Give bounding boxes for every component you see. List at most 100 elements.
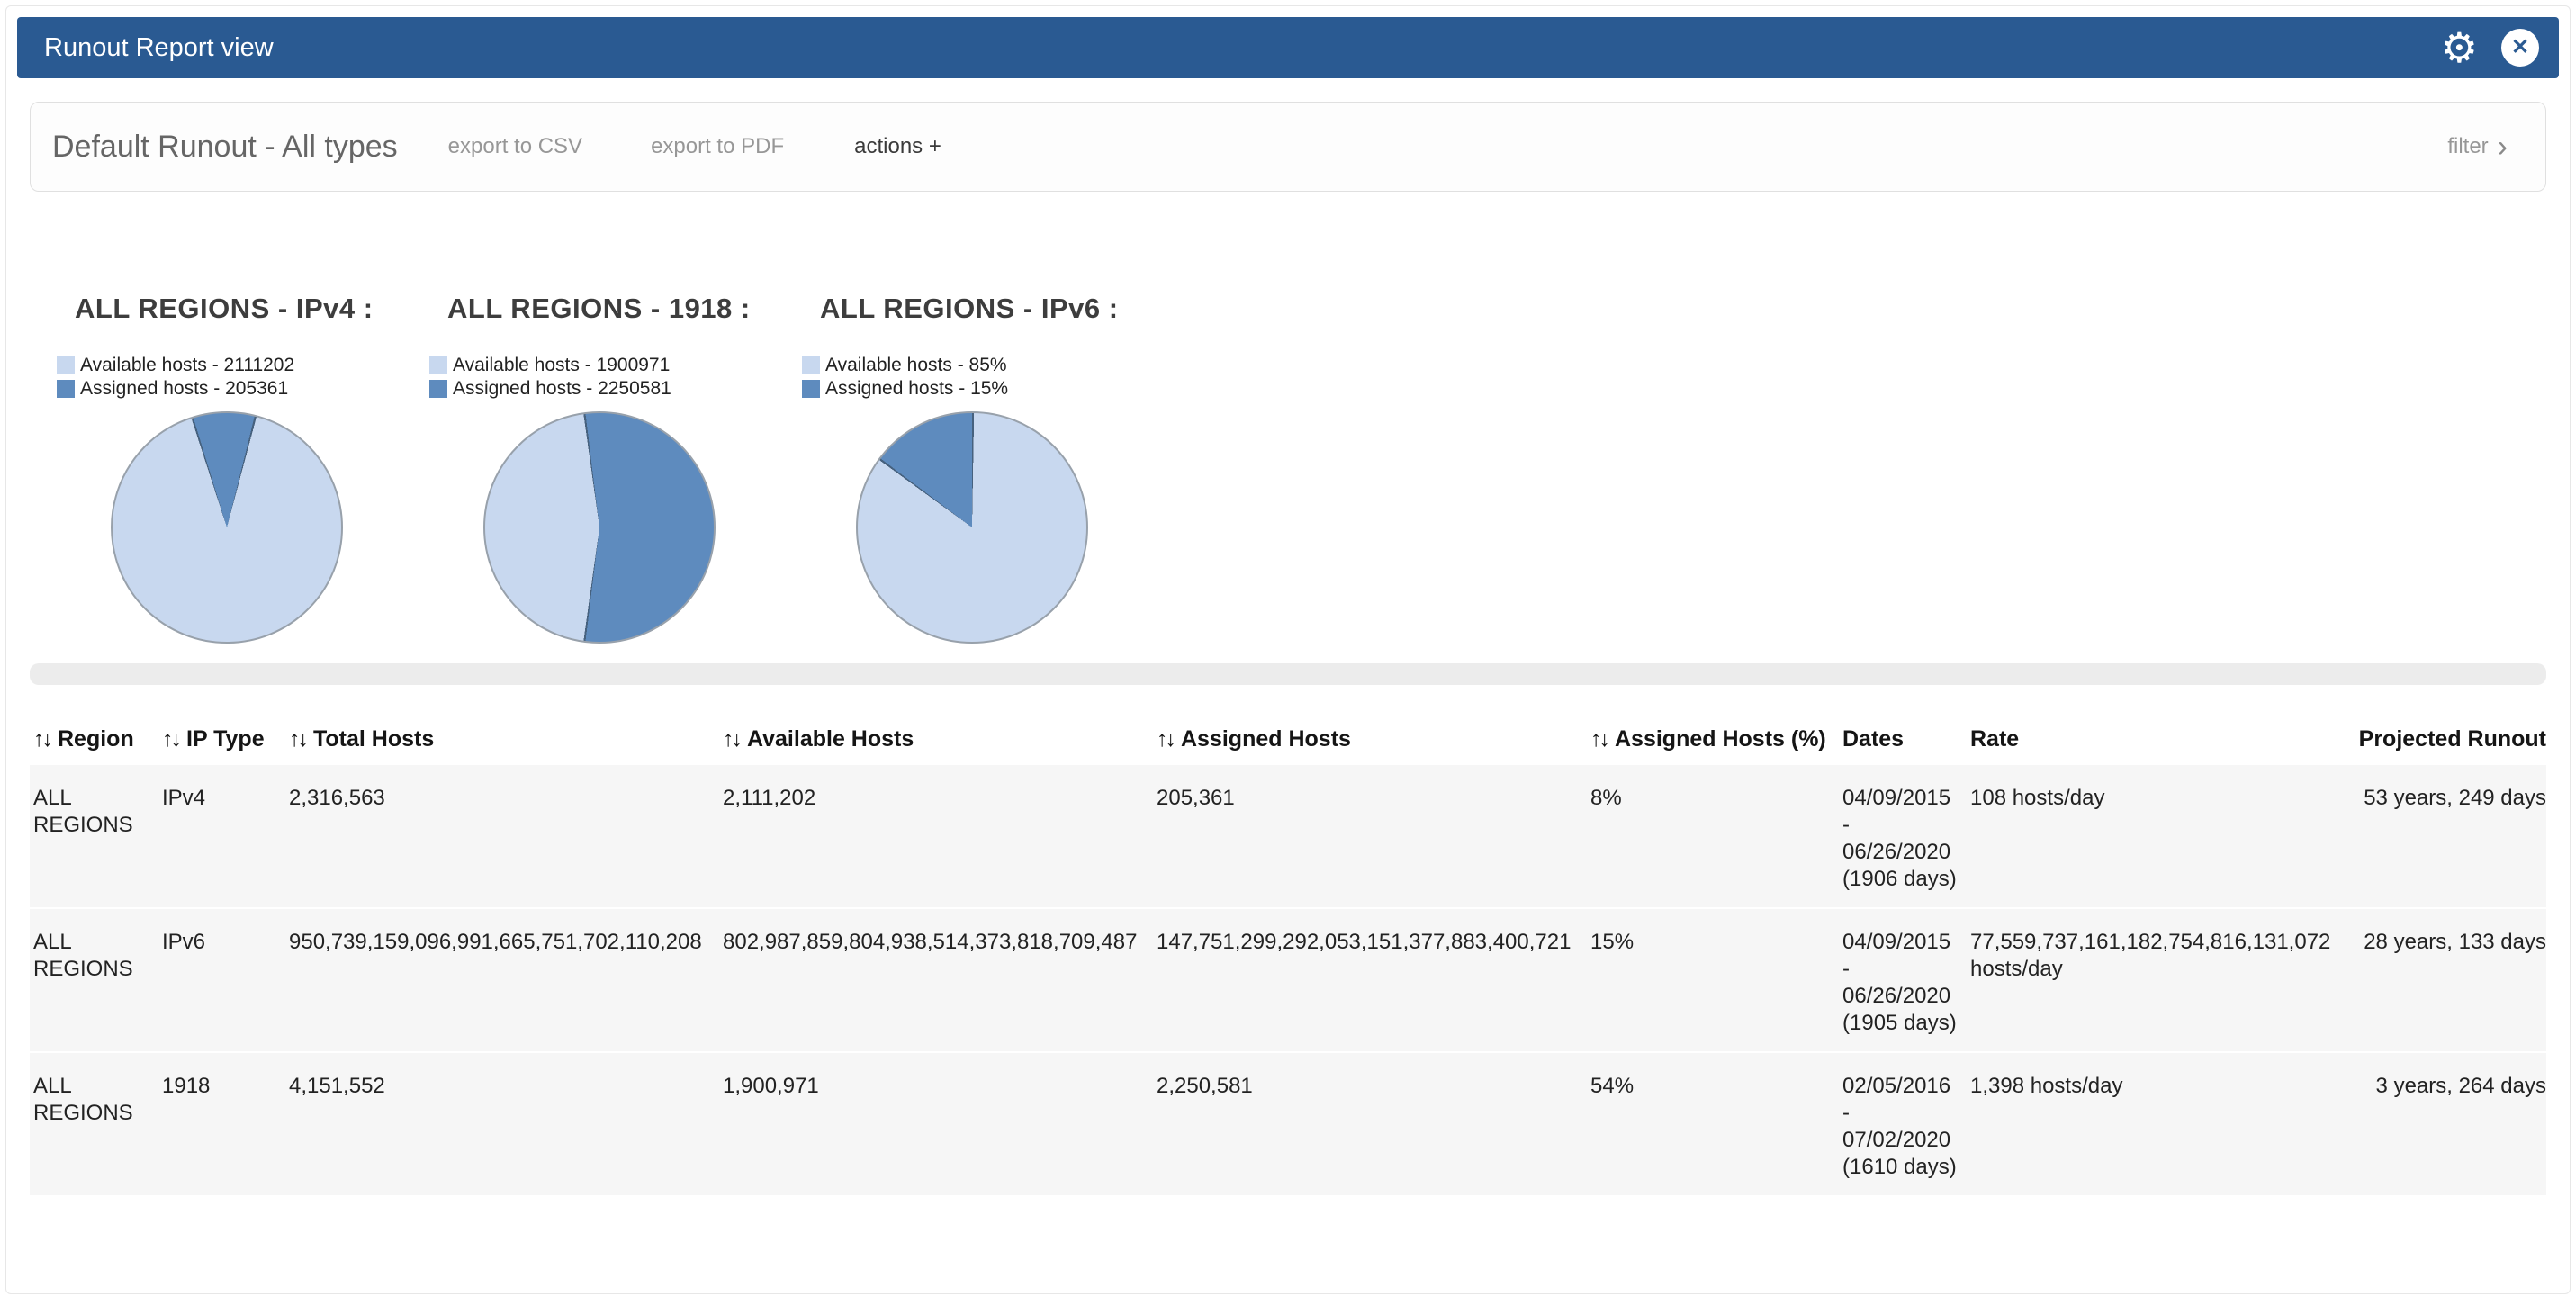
cell-total-hosts: 4,151,552 [285, 1052, 719, 1196]
column-label: Total Hosts [313, 726, 434, 752]
export-pdf-link[interactable]: export to PDF [651, 134, 784, 159]
cell-assigned-pct: 15% [1587, 908, 1839, 1052]
cell-region: ALL REGIONS [30, 908, 158, 1052]
chart-legend: Available hosts - 2111202 Assigned hosts… [57, 354, 429, 400]
legend-swatch [429, 356, 447, 374]
column-label: Assigned Hosts (%) [1615, 726, 1826, 752]
sort-icon[interactable]: ↑↓ [1157, 726, 1174, 752]
column-label: Assigned Hosts [1181, 726, 1351, 752]
legend-item: Available hosts - 2111202 [57, 354, 429, 377]
column-label: Projected Runout [2359, 726, 2546, 752]
column-header-assigned-hosts[interactable]: ↑↓ Assigned Hosts [1153, 726, 1587, 765]
titlebar-icons: ⚙ ✕ [2441, 27, 2539, 68]
table-row: ALL REGIONS IPv6 950,739,159,096,991,665… [30, 908, 2546, 1052]
cell-projected-runout: 28 years, 133 days [2343, 908, 2546, 1052]
sort-icon[interactable]: ↑↓ [723, 726, 740, 752]
cell-total-hosts: 950,739,159,096,991,665,751,702,110,208 [285, 908, 719, 1052]
column-header-available-hosts[interactable]: ↑↓ Available Hosts [719, 726, 1153, 765]
cell-dates: 04/09/2015 - 06/26/2020 (1906 days) [1839, 765, 1967, 908]
cell-assigned-pct: 54% [1587, 1052, 1839, 1196]
chart-legend: Available hosts - 1900971 Assigned hosts… [429, 354, 802, 400]
cell-ip-type: IPv6 [158, 908, 285, 1052]
cell-projected-runout: 3 years, 264 days [2343, 1052, 2546, 1196]
legend-item: Assigned hosts - 2250581 [429, 377, 802, 400]
chevron-right-icon: › [2498, 131, 2508, 162]
legend-swatch [57, 356, 75, 374]
pie-chart-ipv4 [111, 411, 343, 644]
legend-label: Available hosts - 2111202 [80, 355, 294, 376]
sort-icon[interactable]: ↑↓ [289, 726, 306, 752]
close-icon[interactable]: ✕ [2501, 29, 2539, 67]
legend-label: Available hosts - 1900971 [453, 355, 670, 376]
table-row: ALL REGIONS IPv4 2,316,563 2,111,202 205… [30, 765, 2546, 908]
chart-title: ALL REGIONS - IPv4 : [75, 292, 429, 325]
cell-rate: 77,559,737,161,182,754,816,131,072 hosts… [1967, 908, 2343, 1052]
table-header-row: ↑↓ Region ↑↓ IP Type ↑↓ Total Hosts ↑↓ Avail… [30, 726, 2546, 765]
cell-rate: 1,398 hosts/day [1967, 1052, 2343, 1196]
legend-label: Assigned hosts - 2250581 [453, 378, 671, 400]
pie-charts-section: ALL REGIONS - IPv4 : Available hosts - 2… [30, 292, 2546, 644]
cell-ip-type: 1918 [158, 1052, 285, 1196]
cell-assigned-hosts: 205,361 [1153, 765, 1587, 908]
chart-legend: Available hosts - 85% Assigned hosts - 1… [802, 354, 1175, 400]
cell-assigned-hosts: 147,751,299,292,053,151,377,883,400,721 [1153, 908, 1587, 1052]
table-row: ALL REGIONS 1918 4,151,552 1,900,971 2,2… [30, 1052, 2546, 1196]
cell-dates: 04/09/2015 - 06/26/2020 (1905 days) [1839, 908, 1967, 1052]
column-label: Region [58, 726, 134, 752]
filter-toggle[interactable]: filter › [2447, 131, 2508, 162]
sort-icon[interactable]: ↑↓ [1590, 726, 1608, 752]
report-window: Runout Report view ⚙ ✕ Default Runout - … [5, 5, 2571, 1294]
column-label: IP Type [186, 726, 265, 752]
cell-dates: 02/05/2016 - 07/02/2020 (1610 days) [1839, 1052, 1967, 1196]
cell-projected-runout: 53 years, 249 days [2343, 765, 2546, 908]
chart-block-1918: ALL REGIONS - 1918 : Available hosts - 1… [429, 292, 802, 644]
cell-available-hosts: 802,987,859,804,938,514,373,818,709,487 [719, 908, 1153, 1052]
column-header-dates: Dates [1839, 726, 1967, 765]
report-content: Default Runout - All types export to CSV… [17, 102, 2559, 1197]
cell-region: ALL REGIONS [30, 1052, 158, 1196]
column-header-rate: Rate [1967, 726, 2343, 765]
legend-swatch [57, 380, 75, 398]
cell-available-hosts: 2,111,202 [719, 765, 1153, 908]
column-label: Dates [1842, 726, 1904, 752]
window-title: Runout Report view [44, 33, 274, 63]
column-header-ip-type[interactable]: ↑↓ IP Type [158, 726, 285, 765]
column-header-region[interactable]: ↑↓ Region [30, 726, 158, 765]
cell-region: ALL REGIONS [30, 765, 158, 908]
cell-assigned-hosts: 2,250,581 [1153, 1052, 1587, 1196]
cell-ip-type: IPv4 [158, 765, 285, 908]
cell-total-hosts: 2,316,563 [285, 765, 719, 908]
report-toolbar: Default Runout - All types export to CSV… [30, 102, 2546, 192]
chart-block-ipv4: ALL REGIONS - IPv4 : Available hosts - 2… [57, 292, 429, 644]
cell-assigned-pct: 8% [1587, 765, 1839, 908]
pie-chart-ipv6 [856, 411, 1088, 644]
report-title: Default Runout - All types [52, 130, 398, 165]
legend-item: Available hosts - 85% [802, 354, 1175, 377]
runout-table: ↑↓ Region ↑↓ IP Type ↑↓ Total Hosts ↑↓ Avail… [30, 726, 2546, 1197]
sort-icon[interactable]: ↑↓ [33, 726, 50, 752]
cell-available-hosts: 1,900,971 [719, 1052, 1153, 1196]
sort-icon[interactable]: ↑↓ [162, 726, 179, 752]
horizontal-scrollbar[interactable] [30, 663, 2546, 685]
chart-block-ipv6: ALL REGIONS - IPv6 : Available hosts - 8… [802, 292, 1175, 644]
column-label: Rate [1970, 726, 2019, 752]
cell-rate: 108 hosts/day [1967, 765, 2343, 908]
chart-title: ALL REGIONS - 1918 : [447, 292, 802, 325]
legend-swatch [802, 356, 820, 374]
legend-swatch [802, 380, 820, 398]
legend-label: Available hosts - 85% [825, 355, 1007, 376]
legend-item: Available hosts - 1900971 [429, 354, 802, 377]
legend-label: Assigned hosts - 15% [825, 378, 1008, 400]
legend-swatch [429, 380, 447, 398]
actions-menu[interactable]: actions + [854, 134, 941, 159]
titlebar: Runout Report view ⚙ ✕ [17, 17, 2559, 78]
column-label: Available Hosts [747, 726, 914, 752]
legend-item: Assigned hosts - 205361 [57, 377, 429, 400]
legend-label: Assigned hosts - 205361 [80, 378, 288, 400]
chart-title: ALL REGIONS - IPv6 : [820, 292, 1175, 325]
column-header-total-hosts[interactable]: ↑↓ Total Hosts [285, 726, 719, 765]
column-header-assigned-hosts-pct[interactable]: ↑↓ Assigned Hosts (%) [1587, 726, 1839, 765]
filter-label: filter [2447, 134, 2488, 159]
export-csv-link[interactable]: export to CSV [448, 134, 582, 159]
settings-gear-icon[interactable]: ⚙ [2441, 27, 2478, 68]
